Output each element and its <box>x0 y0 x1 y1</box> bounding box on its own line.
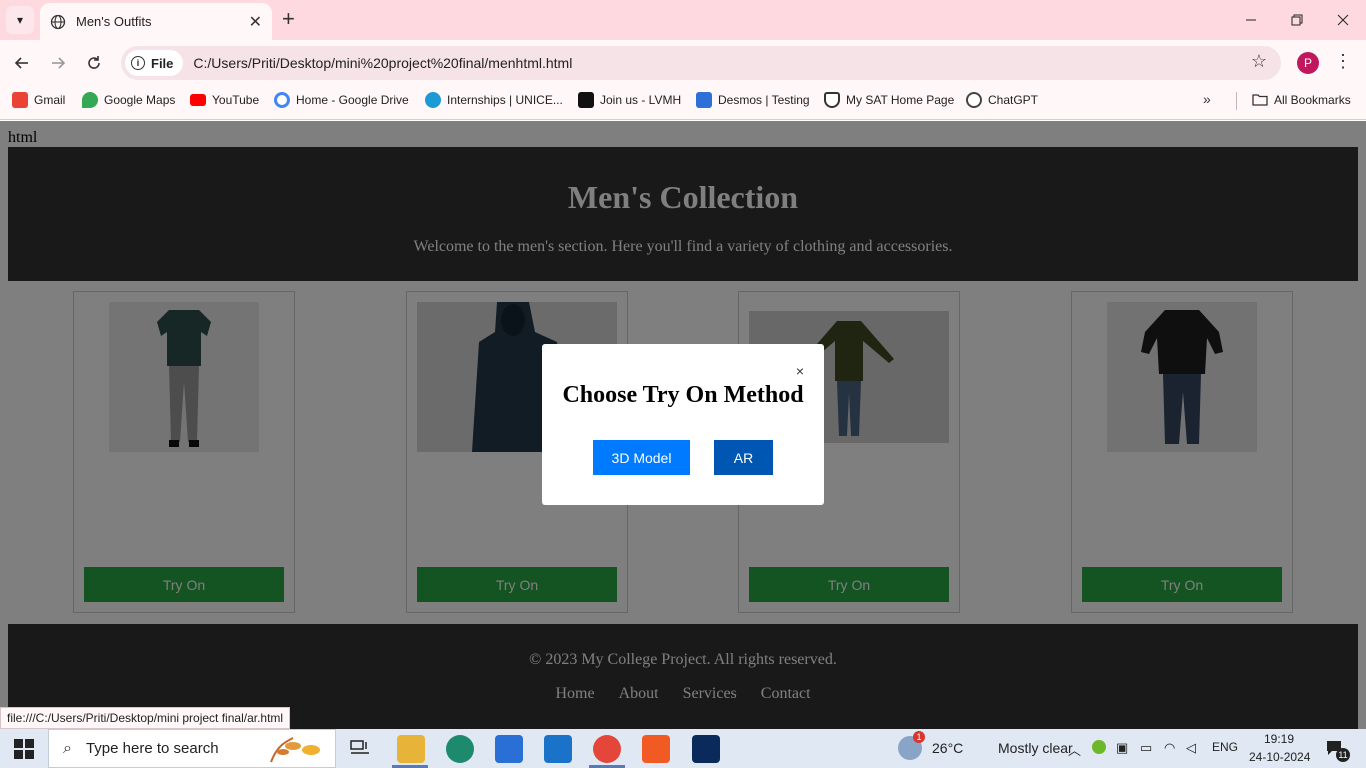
chevron-up-icon[interactable]: ︿ <box>1068 740 1081 759</box>
tab-strip: ▾ Men's Outfits ✕ + <box>0 0 1366 40</box>
bookmark-star-icon[interactable]: ☆ <box>1251 51 1267 72</box>
ar-button[interactable]: AR <box>714 440 773 475</box>
bookmark-label: Desmos | Testing <box>718 93 810 107</box>
address-bar[interactable]: i File C:/Users/Priti/Desktop/mini%20pro… <box>121 46 1281 80</box>
restore-icon <box>1291 14 1303 26</box>
bookmark-label: Internships | UNICE... <box>447 93 563 107</box>
search-placeholder: Type here to search <box>85 740 219 757</box>
back-button[interactable] <box>9 50 35 76</box>
bookmark-youtube[interactable]: YouTube <box>190 86 259 114</box>
modal-close-icon[interactable]: × <box>796 364 804 378</box>
bookmark-gmail[interactable]: Gmail <box>12 86 65 114</box>
3d-model-button[interactable]: 3D Model <box>593 440 690 475</box>
defender-icon[interactable] <box>692 735 720 763</box>
info-icon: i <box>131 56 145 70</box>
shield-icon <box>824 92 840 108</box>
close-icon <box>1337 14 1349 26</box>
youtube-icon <box>190 94 206 106</box>
modal-title: Choose Try On Method <box>562 382 804 408</box>
weather-condition[interactable]: Mostly clear <box>998 740 1073 756</box>
notification-count: 11 <box>1336 748 1350 762</box>
bookmark-sat[interactable]: My SAT Home Page <box>824 86 954 114</box>
chatgpt-icon <box>966 92 982 108</box>
restore-button[interactable] <box>1274 0 1320 40</box>
back-arrow-icon <box>14 57 28 69</box>
tab-close-icon[interactable]: ✕ <box>249 12 262 32</box>
minimize-icon <box>1246 19 1256 21</box>
google-icon <box>274 92 290 108</box>
bookmarks-divider <box>1236 92 1237 110</box>
link-preview-status: file:///C:/Users/Priti/Desktop/mini proj… <box>0 707 291 729</box>
tab-search-button[interactable]: ▾ <box>6 6 34 34</box>
site-info-chip[interactable]: i File <box>125 50 184 76</box>
globe-icon <box>50 14 66 29</box>
wifi-icon[interactable]: ◠ <box>1164 740 1175 756</box>
url-text[interactable]: C:/Users/Priti/Desktop/mini%20project%20… <box>193 55 572 71</box>
language-indicator[interactable]: ENG <box>1212 740 1238 754</box>
clock-date[interactable]: 24-10-2024 <box>1249 750 1310 764</box>
weather-badge: 1 <box>913 731 925 743</box>
weather-temp[interactable]: 26°C <box>932 740 963 756</box>
file-explorer-icon[interactable] <box>397 735 425 763</box>
bookmark-label: Google Maps <box>104 93 176 107</box>
bookmark-label: YouTube <box>212 93 260 107</box>
forward-arrow-icon <box>52 57 66 69</box>
browser-toolbar: i File C:/Users/Priti/Desktop/mini%20pro… <box>0 40 1366 86</box>
reload-icon <box>88 56 100 69</box>
bookmark-google-maps[interactable]: Google Maps <box>82 86 175 114</box>
app-tray-icon[interactable] <box>1092 740 1106 754</box>
edge-icon[interactable] <box>446 735 474 763</box>
desmos-icon <box>696 92 712 108</box>
bookmark-label: ChatGPT <box>988 93 1039 107</box>
chrome-icon[interactable] <box>593 735 621 763</box>
tab-title: Men's Outfits <box>76 14 152 29</box>
try-on-modal: × Choose Try On Method 3D Model AR <box>542 344 824 505</box>
volume-icon[interactable]: ◁ <box>1186 740 1196 756</box>
bookmarks-bar: Gmail Google Maps YouTube Home - Google … <box>0 86 1366 120</box>
bookmark-internships[interactable]: Internships | UNICE... <box>425 86 563 114</box>
close-window-button[interactable] <box>1320 0 1366 40</box>
microsoft-store-icon[interactable] <box>495 735 523 763</box>
all-bookmarks-label: All Bookmarks <box>1274 93 1351 107</box>
browser-menu-icon[interactable]: ⋮ <box>1334 51 1352 72</box>
active-tab[interactable]: Men's Outfits ✕ <box>40 3 272 40</box>
all-bookmarks-button[interactable]: All Bookmarks <box>1252 86 1351 114</box>
site-chip-label: File <box>151 55 174 71</box>
maps-pin-icon <box>82 92 98 108</box>
forward-button[interactable] <box>45 50 71 76</box>
meet-icon[interactable]: ▣ <box>1116 740 1128 756</box>
reload-button[interactable] <box>81 50 107 76</box>
mail-icon[interactable] <box>544 735 572 763</box>
folder-icon <box>1252 94 1268 106</box>
brave-icon[interactable] <box>642 735 670 763</box>
search-icon: ⌕ <box>63 739 72 757</box>
windows-start-icon[interactable] <box>14 739 34 759</box>
lvmh-icon <box>578 92 594 108</box>
autumn-leaves-icon <box>270 737 320 763</box>
page-viewport: html Men's Collection Welcome to the men… <box>0 121 1366 729</box>
more-bookmarks-icon[interactable]: » <box>1203 91 1211 107</box>
profile-avatar[interactable]: P <box>1297 52 1319 74</box>
bookmark-google-drive[interactable]: Home - Google Drive <box>274 86 409 114</box>
unicef-globe-icon <box>425 92 441 108</box>
battery-icon[interactable]: ▭ <box>1140 740 1152 756</box>
bookmark-label: My SAT Home Page <box>846 93 955 107</box>
clock-time[interactable]: 19:19 <box>1264 732 1294 746</box>
bookmark-desmos[interactable]: Desmos | Testing <box>696 86 810 114</box>
taskbar-search[interactable]: ⌕ Type here to search <box>48 729 336 768</box>
minimize-button[interactable] <box>1228 0 1274 40</box>
task-view-icon[interactable] <box>350 739 370 759</box>
bookmark-lvmh[interactable]: Join us - LVMH <box>578 86 681 114</box>
new-tab-button[interactable]: + <box>282 8 295 30</box>
bookmark-label: Home - Google Drive <box>296 93 409 107</box>
bookmark-label: Gmail <box>34 93 66 107</box>
bookmark-chatgpt[interactable]: ChatGPT <box>966 86 1038 114</box>
gmail-icon <box>12 92 28 108</box>
windows-taskbar: ⌕ Type here to search 1 26°C Mostly clea… <box>0 729 1366 768</box>
bookmark-label: Join us - LVMH <box>600 93 682 107</box>
